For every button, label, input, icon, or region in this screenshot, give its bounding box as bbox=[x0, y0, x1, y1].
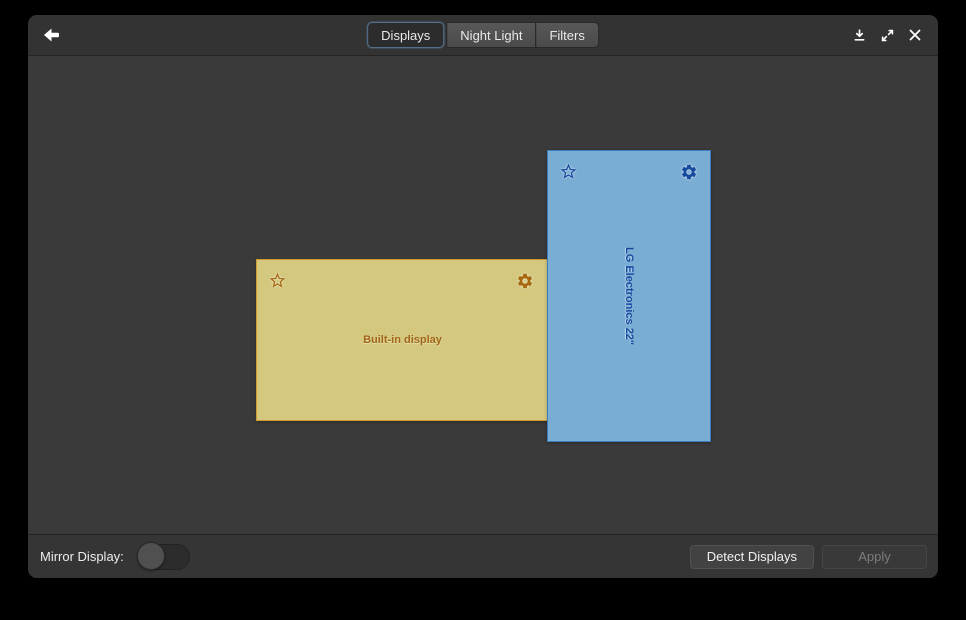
back-arrow-icon bbox=[43, 27, 60, 43]
display-name-label: Built-in display bbox=[257, 260, 548, 420]
tab-displays[interactable]: Displays bbox=[367, 22, 444, 48]
headerbar: Displays Night Light Filters bbox=[28, 15, 938, 56]
display-builtin[interactable]: Built-in display bbox=[256, 259, 549, 421]
tab-night-light[interactable]: Night Light bbox=[446, 22, 536, 48]
primary-star-icon[interactable] bbox=[559, 162, 578, 181]
tab-filters[interactable]: Filters bbox=[535, 22, 598, 48]
display-name-label: LG Electronics 22" bbox=[548, 151, 710, 441]
settings-gear-icon[interactable] bbox=[680, 163, 698, 181]
mirror-display-label: Mirror Display: bbox=[40, 549, 124, 564]
view-switcher: Displays Night Light Filters bbox=[367, 22, 599, 48]
close-button[interactable] bbox=[902, 22, 928, 48]
display-lg-electronics[interactable]: LG Electronics 22" bbox=[547, 150, 711, 442]
settings-gear-icon[interactable] bbox=[516, 272, 534, 290]
expand-icon bbox=[881, 29, 894, 42]
footer-bar: Mirror Display: Detect Displays Apply bbox=[28, 534, 938, 578]
display-settings-window: Displays Night Light Filters bbox=[28, 15, 938, 578]
detect-displays-button[interactable]: Detect Displays bbox=[690, 545, 814, 569]
download-button[interactable] bbox=[846, 22, 872, 48]
apply-button[interactable]: Apply bbox=[822, 545, 927, 569]
maximize-button[interactable] bbox=[874, 22, 900, 48]
back-button[interactable] bbox=[36, 21, 66, 49]
mirror-display-toggle[interactable] bbox=[138, 544, 190, 570]
display-arrangement-area: Built-in display LG Electronics 22" bbox=[28, 56, 938, 534]
window-controls bbox=[846, 22, 928, 48]
toggle-knob[interactable] bbox=[137, 542, 165, 570]
close-icon bbox=[909, 29, 921, 41]
download-icon bbox=[853, 29, 866, 42]
primary-star-icon[interactable] bbox=[268, 271, 287, 290]
